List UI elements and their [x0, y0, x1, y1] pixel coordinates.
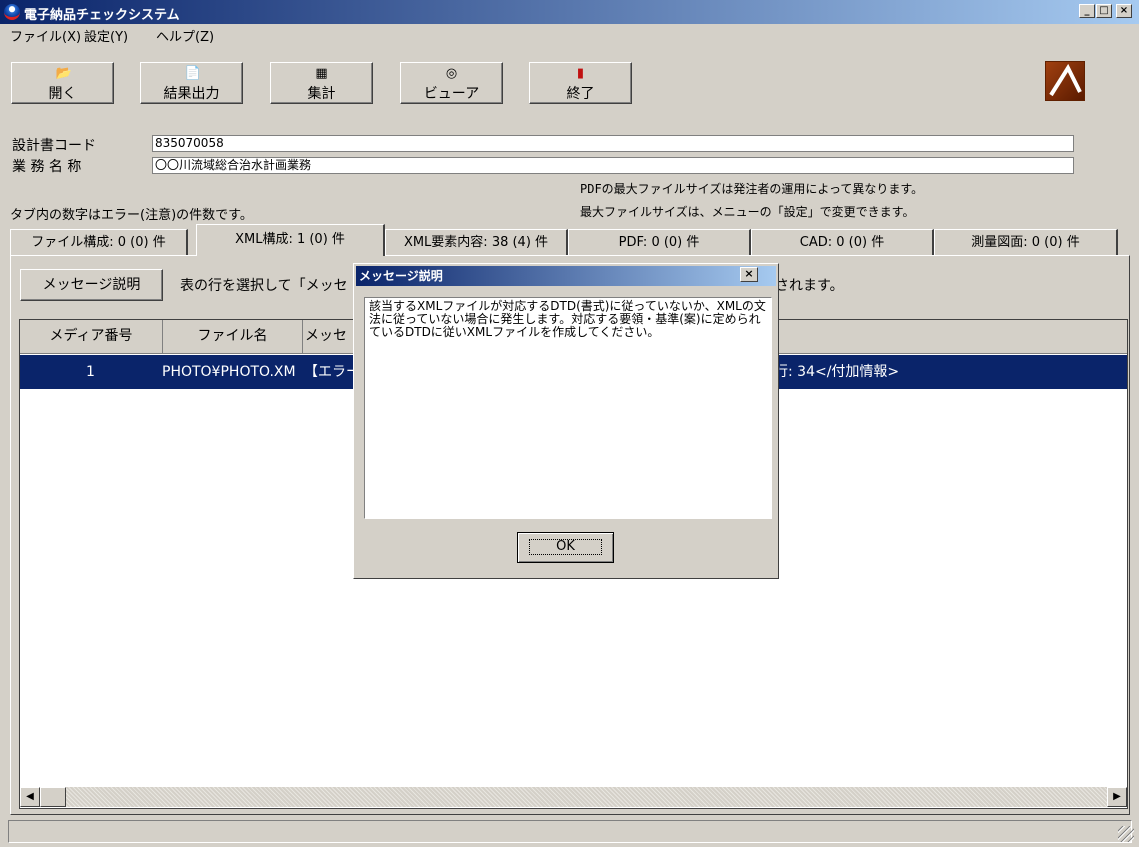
title-bar: 電子納品チェックシステム _ □ ×: [0, 0, 1139, 24]
tab-xml-structure[interactable]: XML構成: 1 (0) 件: [196, 224, 385, 256]
window-title: 電子納品チェックシステム: [24, 8, 180, 23]
menu-help[interactable]: ヘルプ(Z): [156, 26, 214, 45]
menu-settings[interactable]: 設定(Y): [84, 26, 128, 45]
maximize-button[interactable]: □: [1096, 4, 1112, 18]
status-bar: [8, 820, 1132, 843]
scroll-right-button[interactable]: ▶: [1107, 787, 1127, 807]
app-icon: [4, 4, 20, 20]
calculator-icon: ▦: [315, 66, 328, 81]
viewer-button[interactable]: ◎ ビューア: [400, 62, 503, 104]
cd-disc-icon: ◎: [445, 66, 458, 81]
app-logo: [1045, 61, 1085, 101]
scroll-thumb[interactable]: [40, 787, 66, 807]
dialog-title-bar[interactable]: メッセージ説明: [356, 266, 776, 286]
pdf-note-2: 最大ファイルサイズは、メニューの「設定」で変更できます。: [580, 205, 915, 219]
output-label: 結果出力: [163, 86, 220, 102]
project-name-field[interactable]: 〇〇川流域総合治水計画業務: [152, 157, 1074, 174]
col-header-media[interactable]: メディア番号: [20, 320, 163, 354]
minimize-button[interactable]: _: [1079, 4, 1095, 18]
open-button[interactable]: 📂 開く: [11, 62, 114, 104]
cell-message-tail: 行: 34</付加情報>: [774, 364, 900, 380]
dialog-close-button[interactable]: ×: [740, 267, 758, 282]
project-name-label: 業 務 名 称: [12, 159, 82, 175]
cell-media: 1: [86, 364, 95, 380]
tab-pdf[interactable]: PDF: 0 (0) 件: [568, 229, 751, 255]
open-folder-icon: 📂: [55, 66, 72, 81]
dialog-title: メッセージ説明: [359, 269, 443, 283]
message-dialog: メッセージ説明 × 該当するXMLファイルが対応するDTD(書式)に従っていない…: [353, 263, 779, 579]
output-document-icon: 📄: [184, 66, 201, 81]
output-button[interactable]: 📄 結果出力: [140, 62, 243, 104]
exit-button[interactable]: ▮ 終了: [529, 62, 632, 104]
cell-filename: PHOTO¥PHOTO.XM: [162, 364, 296, 380]
pdf-note-1: PDFの最大ファイルサイズは発注者の運用によって異なります。: [580, 182, 924, 196]
scroll-left-button[interactable]: ◀: [20, 787, 40, 807]
summary-label: 集計: [307, 86, 336, 102]
design-code-field[interactable]: 835070058: [152, 135, 1074, 152]
instruction-text: 表の行を選択して「メッセ: [180, 278, 348, 294]
tab-cad[interactable]: CAD: 0 (0) 件: [751, 229, 934, 255]
design-code-label: 設計書コード: [12, 138, 96, 154]
dialog-ok-button[interactable]: OK: [517, 532, 614, 563]
viewer-label: ビューア: [423, 86, 480, 102]
close-button[interactable]: ×: [1116, 4, 1132, 18]
tab-xml-elements[interactable]: XML要素内容: 38 (4) 件: [385, 229, 568, 255]
tab-hint: タブ内の数字はエラー(注意)の件数です。: [10, 208, 253, 223]
tab-file-structure[interactable]: ファイル構成: 0 (0) 件: [10, 229, 188, 255]
menu-file[interactable]: ファイル(X): [10, 26, 81, 45]
col-header-filename[interactable]: ファイル名: [163, 320, 303, 354]
resize-grip-icon[interactable]: [1118, 826, 1134, 842]
cell-message: 【エラー: [304, 364, 360, 380]
dialog-ok-label: OK: [529, 539, 602, 555]
exit-door-icon: ▮: [576, 66, 585, 81]
message-explain-button[interactable]: メッセージ説明: [20, 269, 163, 301]
dialog-message-text: 該当するXMLファイルが対応するDTD(書式)に従っていないか、XMLの文法に従…: [364, 297, 772, 519]
exit-label: 終了: [566, 86, 595, 102]
horizontal-scrollbar[interactable]: ◀ ▶: [20, 787, 1127, 807]
instruction-text-tail: されます。: [775, 278, 844, 294]
summary-button[interactable]: ▦ 集計: [270, 62, 373, 104]
tab-survey-drawing[interactable]: 測量図面: 0 (0) 件: [934, 229, 1118, 255]
open-label: 開く: [48, 86, 77, 102]
